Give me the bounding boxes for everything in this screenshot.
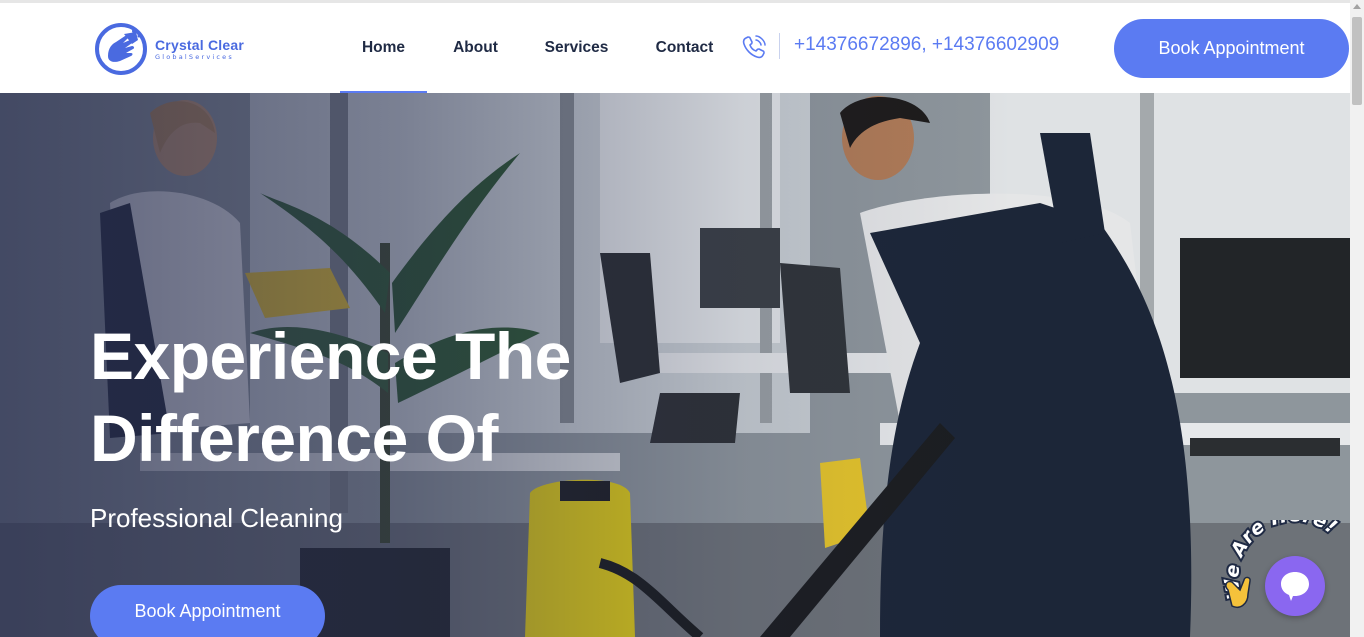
brand-name: Crystal Clear (155, 36, 244, 53)
main-nav: Home About Services Contact (340, 3, 740, 94)
book-appointment-button-header[interactable]: Book Appointment (1114, 19, 1349, 78)
hero-title-line-2: Difference Of (90, 401, 498, 475)
chat-bubble-icon (1281, 572, 1309, 601)
phone-numbers[interactable]: +14376672896, +14376602909 (794, 34, 1059, 56)
logo-hand-icon (95, 23, 147, 75)
chat-widget[interactable]: We Are Here! (1220, 520, 1355, 637)
logo-text: Crystal Clear GlobalServices (155, 36, 244, 61)
brand-logo[interactable]: Crystal Clear GlobalServices (94, 22, 244, 76)
nav-item-services[interactable]: Services (524, 3, 629, 93)
nav-item-contact[interactable]: Contact (629, 3, 740, 93)
scroll-up-arrow-icon[interactable] (1353, 4, 1361, 9)
scroll-thumb[interactable] (1352, 17, 1362, 105)
nav-item-about[interactable]: About (427, 3, 524, 93)
hero-title: Experience The Difference Of (90, 315, 710, 479)
page: Crystal Clear GlobalServices Home About … (0, 0, 1364, 637)
phone-divider (779, 33, 780, 59)
hero-section: Experience The Difference Of Professiona… (0, 93, 1350, 637)
hero-title-line-1: Experience The (90, 319, 571, 393)
phone-ringing-icon (742, 35, 766, 59)
hero-subtitle: Professional Cleaning (90, 503, 343, 533)
book-appointment-button-hero[interactable]: Book Appointment (90, 585, 325, 637)
page-scrollbar[interactable] (1350, 0, 1364, 637)
site-header: Crystal Clear GlobalServices Home About … (0, 3, 1350, 94)
brand-tagline: GlobalServices (155, 52, 234, 61)
open-chat-button[interactable] (1265, 556, 1325, 616)
nav-item-home[interactable]: Home (340, 3, 427, 94)
